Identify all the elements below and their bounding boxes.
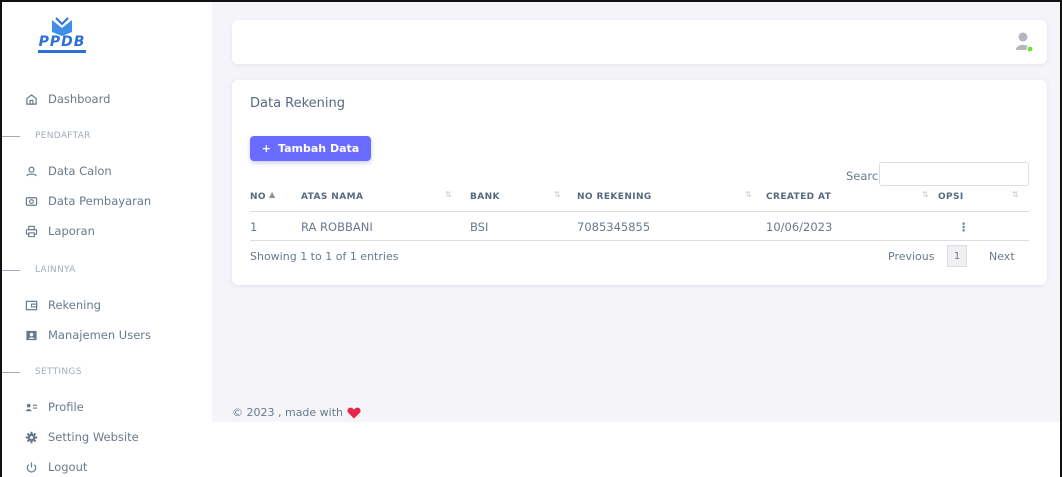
cell-created-at: 10/06/2023 [766, 220, 833, 234]
sort-asc-icon: ▲ [269, 190, 276, 199]
footer: © 2023 , made with [232, 406, 361, 419]
user-icon [24, 164, 38, 178]
column-header-created-at[interactable]: CREATED AT [766, 192, 831, 202]
sidebar-item-label: Data Calon [48, 164, 112, 178]
sidebar-item-label: Rekening [48, 298, 101, 312]
sort-icon: ⇅ [922, 190, 929, 199]
cell-bank: BSI [470, 220, 489, 234]
column-header-opsi[interactable]: OPSI [938, 192, 964, 202]
wallet-icon [24, 298, 38, 312]
sort-icon: ⇅ [554, 190, 561, 199]
app-logo[interactable]: PPDB [32, 16, 92, 56]
sidebar-item-label: Logout [48, 460, 88, 474]
page-bottom-area [212, 422, 1060, 477]
online-status-dot [1026, 45, 1034, 53]
page-1-button[interactable]: 1 [947, 245, 967, 267]
sidebar: PPDB Dashboard PENDAFTAR Data Calon Data… [2, 2, 210, 477]
next-button[interactable]: Next [989, 250, 1015, 263]
profile-list-icon [24, 400, 38, 414]
sort-icon: ⇅ [1012, 190, 1019, 199]
footer-text: © 2023 , made with [232, 406, 344, 419]
main-content: Data Rekening + Tambah Data Search: NO ▲… [212, 2, 1060, 422]
card-title: Data Rekening [250, 96, 346, 111]
sidebar-item-data-calon[interactable]: Data Calon [24, 161, 112, 181]
sidebar-item-label: Profile [48, 400, 84, 414]
sort-icon: ⇅ [745, 190, 752, 199]
column-header-bank[interactable]: BANK [470, 192, 500, 202]
column-header-atas-nama[interactable]: ATAS NAMA [301, 192, 363, 202]
section-lainnya: LAINNYA [2, 263, 76, 277]
table-bottom-divider [250, 240, 1029, 241]
table-header-divider [250, 211, 1029, 212]
section-settings: SETTINGS [2, 365, 82, 379]
sort-icon: ⇅ [445, 190, 452, 199]
sidebar-item-label: Dashboard [48, 92, 111, 106]
row-options-icon[interactable]: ⋮ [958, 220, 970, 234]
tambah-data-label: Tambah Data [278, 142, 360, 155]
heart-icon [347, 407, 361, 418]
camera-icon [24, 194, 38, 208]
cell-atas-nama: RA ROBBANI [301, 220, 373, 234]
sidebar-item-data-pembayaran[interactable]: Data Pembayaran [24, 191, 151, 211]
sidebar-item-laporan[interactable]: Laporan [24, 221, 95, 241]
sidebar-item-label: Data Pembayaran [48, 194, 152, 208]
printer-icon [24, 224, 38, 238]
cell-no: 1 [250, 220, 258, 234]
avatar-icon [1016, 32, 1034, 53]
plus-icon: + [261, 142, 272, 155]
home-icon [24, 92, 38, 106]
sidebar-item-rekening[interactable]: Rekening [24, 295, 101, 315]
search-input[interactable] [879, 162, 1029, 186]
sidebar-item-profile[interactable]: Profile [24, 397, 84, 417]
sidebar-item-logout[interactable]: Logout [24, 457, 87, 477]
user-card-icon [24, 328, 38, 342]
previous-button[interactable]: Previous [888, 250, 935, 263]
tambah-data-button[interactable]: + Tambah Data [250, 136, 371, 161]
sidebar-item-label: Manajemen Users [48, 328, 152, 342]
top-navbar [232, 20, 1047, 64]
logo-text: PPDB [38, 34, 86, 50]
user-avatar[interactable] [1013, 30, 1035, 54]
rekening-card: Data Rekening + Tambah Data Search: NO ▲… [232, 80, 1047, 285]
column-header-no[interactable]: NO [250, 192, 266, 202]
column-header-no-rekening[interactable]: NO REKENING [577, 192, 652, 202]
sidebar-item-manajemen-users[interactable]: Manajemen Users [24, 325, 151, 345]
gear-icon [24, 430, 38, 444]
cell-no-rekening: 7085345855 [577, 220, 651, 234]
sidebar-item-dashboard[interactable]: Dashboard [24, 89, 110, 109]
sidebar-item-label: Setting Website [48, 430, 139, 444]
sidebar-item-setting-website[interactable]: Setting Website [24, 427, 139, 447]
power-icon [24, 460, 38, 474]
table-info: Showing 1 to 1 of 1 entries [250, 250, 399, 263]
sidebar-item-label: Laporan [48, 224, 95, 238]
section-pendaftar: PENDAFTAR [2, 129, 91, 143]
